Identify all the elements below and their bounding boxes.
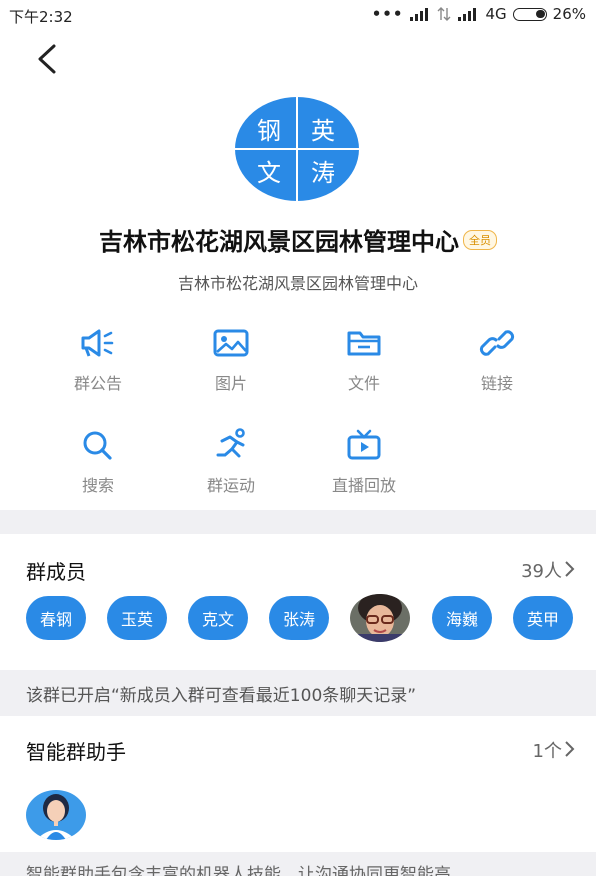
tool-label: 群运动 — [206, 476, 255, 495]
members-count: 39人 — [521, 561, 562, 582]
chevron-right-icon — [565, 741, 575, 757]
image-icon — [213, 329, 249, 357]
tool-sport[interactable]: 群运动 — [171, 428, 291, 496]
search-icon — [83, 431, 112, 460]
member-avatar[interactable]: 英甲 — [513, 596, 573, 640]
tv-icon — [347, 429, 381, 460]
network-type: 4G — [485, 5, 507, 23]
chevron-left-icon — [38, 44, 56, 74]
tool-label: 群公告 — [73, 374, 122, 393]
all-members-badge: 全员 — [463, 230, 497, 250]
group-avatar-shape — [235, 97, 359, 201]
members-title: 群成员 — [26, 560, 86, 584]
avatar-char-3: 文 — [257, 159, 281, 187]
tool-label: 直播回放 — [331, 476, 396, 495]
tool-label: 文件 — [347, 374, 380, 393]
avatar-char-1: 钢 — [257, 117, 281, 145]
tool-label: 搜索 — [81, 476, 114, 495]
avatar-char-4: 涛 — [311, 159, 335, 187]
member-photo-avatar[interactable] — [350, 594, 410, 642]
tool-announcement[interactable]: 群公告 — [38, 326, 158, 394]
battery-icon — [512, 7, 547, 21]
member-avatar[interactable]: 海巍 — [432, 596, 492, 640]
link-icon — [480, 330, 514, 356]
more-dots-icon: ••• — [371, 5, 404, 23]
assistant-robot-icon — [26, 790, 86, 840]
history-notice: 该群已开启“新成员入群可查看最近100条聊天记录” — [0, 670, 596, 716]
folder-icon — [347, 331, 381, 356]
tool-link[interactable]: 链接 — [437, 326, 557, 394]
assistant-description: 智能群助手包含丰富的机器人技能，让沟通协同更智能高 — [0, 852, 596, 876]
member-avatar[interactable]: 玉英 — [107, 596, 167, 640]
tool-live-replay[interactable]: 直播回放 — [304, 428, 424, 496]
group-subtitle: 吉林市松花湖风景区园林管理中心 — [177, 274, 418, 293]
assistant-description-text: 智能群助手包含丰富的机器人技能，让沟通协同更智能高 — [26, 865, 451, 876]
running-icon — [216, 428, 245, 458]
person-photo-icon — [350, 594, 410, 642]
tool-search[interactable]: 搜索 — [38, 428, 158, 496]
status-right: ••• 4G 26% — [372, 5, 586, 23]
member-avatar[interactable]: 春钢 — [26, 596, 86, 640]
tool-image[interactable]: 图片 — [171, 326, 291, 394]
signal-icon — [410, 8, 429, 21]
battery-level: 26% — [552, 5, 586, 23]
assistant-bot-avatar[interactable] — [26, 790, 86, 840]
data-transfer-icon — [437, 7, 451, 21]
member-avatar[interactable]: 张涛 — [269, 596, 329, 640]
members-section[interactable]: 群成员 39人 春钢 玉英 克文 张涛 海巍 英甲 — [0, 534, 596, 670]
status-bar: 下午2:32 ••• 4G 26% — [0, 0, 596, 30]
group-avatar: 钢 英 文 涛 — [235, 97, 359, 201]
status-time: 下午2:32 — [9, 8, 73, 26]
megaphone-icon — [81, 329, 114, 357]
assistant-count: 1个 — [532, 741, 562, 762]
group-name: 吉林市松花湖风景区园林管理中心 全员 — [0, 222, 596, 257]
group-name-text: 吉林市松花湖风景区园林管理中心 — [99, 228, 459, 256]
chevron-right-icon — [565, 561, 575, 577]
history-notice-text: 该群已开启“新成员入群可查看最近100条聊天记录” — [26, 686, 417, 706]
assistant-section[interactable]: 智能群助手 1个 — [0, 716, 596, 852]
tool-label: 图片 — [214, 374, 247, 393]
signal-icon-2 — [458, 8, 477, 21]
tool-label: 链接 — [480, 374, 513, 393]
section-divider — [0, 510, 596, 534]
assistant-title: 智能群助手 — [26, 740, 126, 764]
member-avatar[interactable]: 克文 — [188, 596, 248, 640]
avatar-char-2: 英 — [311, 117, 335, 145]
back-button[interactable] — [32, 42, 62, 76]
tool-file[interactable]: 文件 — [304, 326, 424, 394]
